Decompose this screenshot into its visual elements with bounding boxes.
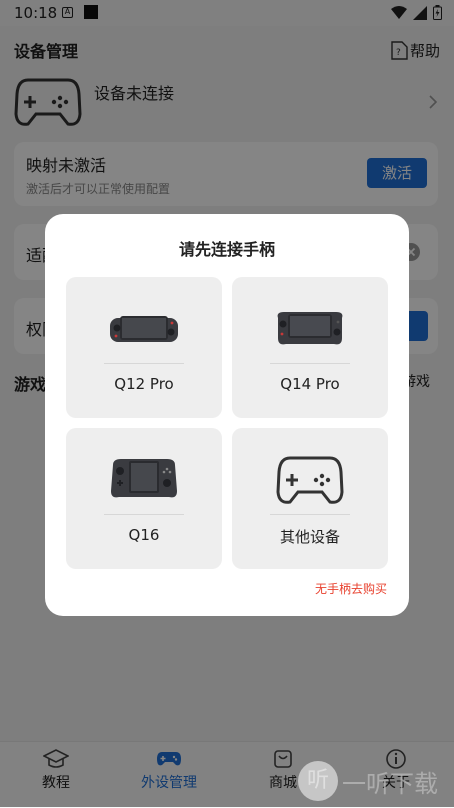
gamepad-outline-icon — [276, 456, 344, 504]
q14pro-controller-image — [277, 312, 343, 345]
option-name: 其他设备 — [279, 528, 340, 546]
option-divider — [270, 514, 350, 515]
option-other-device[interactable]: 其他设备 — [232, 428, 388, 569]
connect-controller-dialog: 请先连接手柄 Q12 Pro Q14 Pro Q16 其他设备 无手柄去购买 — [45, 214, 409, 616]
buy-controller-link[interactable]: 无手柄去购买 — [315, 580, 387, 597]
option-divider — [270, 363, 350, 364]
option-divider — [104, 514, 184, 515]
watermark-logo: 听 — [298, 761, 338, 801]
option-name: Q12 Pro — [114, 375, 174, 393]
option-name: Q16 — [128, 526, 160, 544]
watermark-text: 一听下载 — [342, 769, 438, 798]
dialog-title: 请先连接手柄 — [178, 240, 275, 259]
option-q14-pro[interactable]: Q14 Pro — [232, 277, 388, 418]
option-q16[interactable]: Q16 — [66, 428, 222, 569]
option-q12-pro[interactable]: Q12 Pro — [66, 277, 222, 418]
q12pro-controller-image — [110, 316, 178, 342]
option-divider — [104, 363, 184, 364]
option-name: Q14 Pro — [280, 375, 340, 393]
watermark: 听 一听下载 — [298, 758, 452, 804]
q16-controller-image — [111, 459, 177, 498]
